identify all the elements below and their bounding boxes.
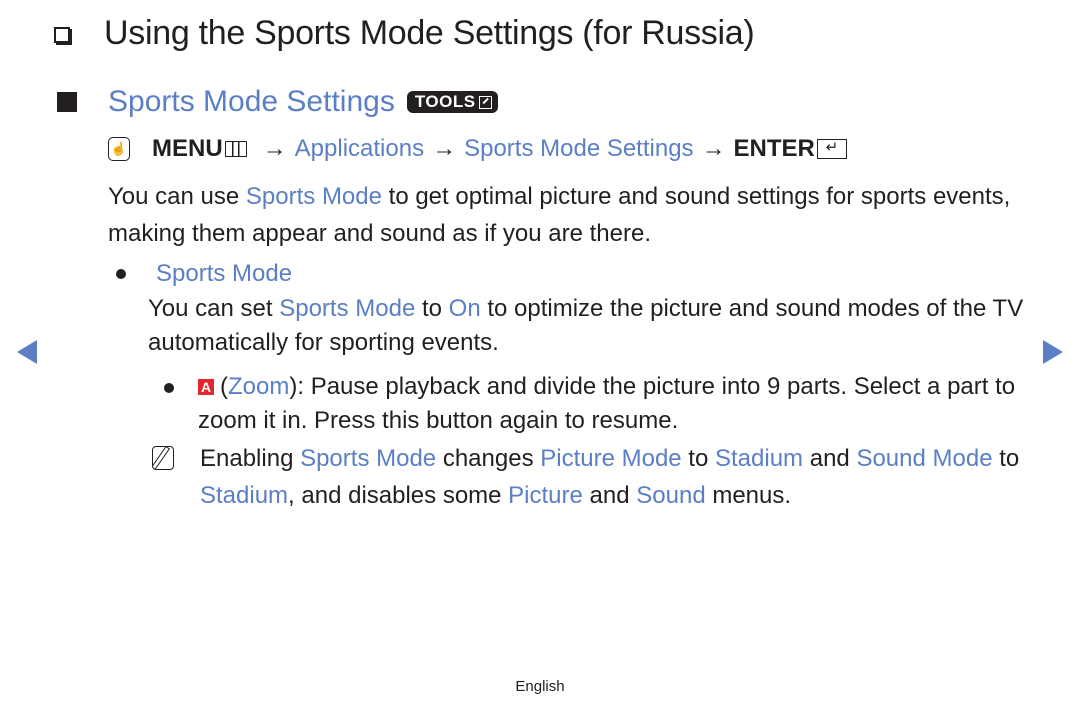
text: ( xyxy=(220,373,228,400)
text: and xyxy=(803,445,857,472)
link-stadium: Stadium xyxy=(200,482,289,509)
text: to xyxy=(415,295,449,322)
link-sports-mode: Sports Mode xyxy=(279,295,416,322)
link-sports-mode: Sports Mode xyxy=(300,445,437,472)
text: menus. xyxy=(705,482,792,509)
bullet-icon xyxy=(164,383,174,393)
checkbox-bullet-icon xyxy=(54,27,70,43)
link-picture-mode: Picture Mode xyxy=(540,445,682,472)
text: to xyxy=(992,445,1020,472)
zoom-bullet: A (Zoom): Pause playback and divide the p… xyxy=(164,370,1024,438)
menu-grid-icon xyxy=(224,141,247,157)
text: ): Pause playback and divide the picture… xyxy=(198,373,1016,434)
menu-path-applications[interactable]: Applications xyxy=(295,135,424,163)
enter-icon: ↵ xyxy=(816,139,847,159)
square-bullet-icon xyxy=(57,92,77,112)
text: You can set xyxy=(148,295,280,322)
footer-language: English xyxy=(515,678,565,695)
sports-mode-description: You can set Sports Mode to On to optimiz… xyxy=(148,292,1028,360)
arrow: → xyxy=(432,135,457,162)
zoom-description: A (Zoom): Pause playback and divide the p… xyxy=(198,370,1024,438)
page-title-row: Using the Sports Mode Settings (for Russ… xyxy=(54,8,755,58)
note-text: Enabling Sports Mode changes Picture Mod… xyxy=(200,440,1032,514)
text: You can use xyxy=(108,183,246,210)
remote-hand-icon: ☝ xyxy=(108,137,130,161)
text: to xyxy=(681,445,715,472)
page-title: Using the Sports Mode Settings (for Russ… xyxy=(104,13,755,52)
menu-label: MENU xyxy=(152,135,223,162)
bullet-label: Sports Mode xyxy=(156,260,293,287)
text: , and disables some xyxy=(288,482,509,509)
menu-path: ☝ MENU → Applications → Sports Mode Sett… xyxy=(108,132,847,166)
menu-path-sports-mode-settings[interactable]: Sports Mode Settings xyxy=(464,135,693,163)
text: Enabling xyxy=(200,445,301,472)
link-sound: Sound xyxy=(636,482,706,509)
text: changes xyxy=(436,445,541,472)
red-a-button-icon: A xyxy=(198,379,214,395)
tools-arrow-icon xyxy=(478,95,492,109)
next-page-arrow-icon[interactable] xyxy=(1043,340,1063,364)
bullet-sports-mode: Sports Mode xyxy=(108,256,292,292)
link-stadium: Stadium xyxy=(715,445,804,472)
tools-badge: TOOLS xyxy=(406,91,498,113)
arrow: → xyxy=(262,135,287,162)
tools-label: TOOLS xyxy=(414,92,476,111)
previous-page-arrow-icon[interactable] xyxy=(17,340,37,364)
link-sound-mode: Sound Mode xyxy=(856,445,993,472)
section-heading-row: Sports Mode Settings TOOLS xyxy=(57,82,498,122)
section-title: Sports Mode Settings xyxy=(108,85,395,118)
link-sports-mode: Sports Mode xyxy=(245,183,382,210)
note-pencil-icon xyxy=(152,446,174,470)
intro-paragraph: You can use Sports Mode to get optimal p… xyxy=(108,178,1028,252)
link-on: On xyxy=(448,295,481,322)
arrow: → xyxy=(701,135,726,162)
bullet-icon xyxy=(116,269,126,279)
enter-label: ENTER xyxy=(733,135,815,162)
note: Enabling Sports Mode changes Picture Mod… xyxy=(152,440,1032,514)
zoom-label: Zoom xyxy=(228,373,290,400)
text: and xyxy=(582,482,637,509)
link-picture: Picture xyxy=(508,482,583,509)
